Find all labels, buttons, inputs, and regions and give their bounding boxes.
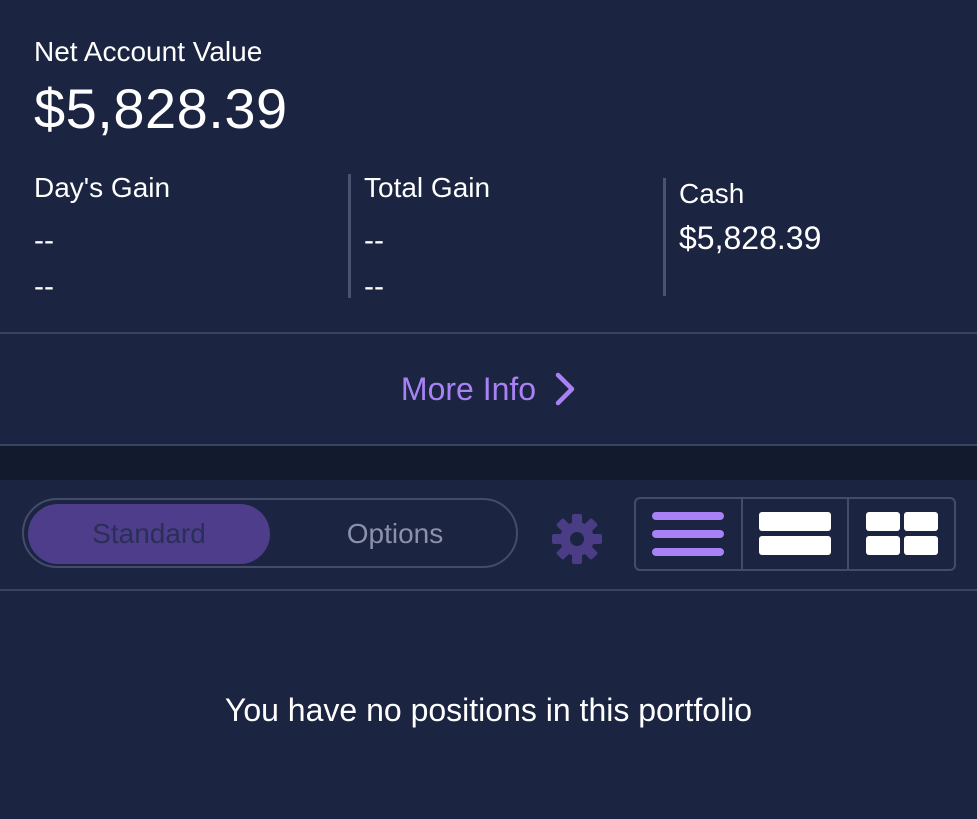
chevron-right-icon bbox=[555, 372, 575, 406]
view-mode-selector bbox=[634, 497, 956, 571]
cash-label: Cash bbox=[679, 178, 745, 209]
list-view-button[interactable] bbox=[636, 499, 741, 569]
more-info-link[interactable]: More Info bbox=[0, 334, 977, 444]
list-view-icon bbox=[652, 512, 725, 556]
days-gain-value: -- bbox=[34, 224, 54, 257]
row-view-button[interactable] bbox=[740, 499, 848, 569]
total-gain-label: Total Gain bbox=[364, 172, 491, 203]
tab-standard[interactable]: Standard bbox=[28, 504, 270, 564]
row-view-icon bbox=[759, 512, 831, 555]
divider bbox=[0, 589, 977, 591]
grid-view-button[interactable] bbox=[847, 499, 954, 569]
cash-value: $5,828.39 bbox=[679, 220, 822, 256]
total-gain-percent: -- bbox=[364, 270, 384, 303]
more-info-label: More Info bbox=[400, 370, 537, 407]
days-gain-stat: Day's Gain -- -- bbox=[34, 172, 170, 304]
stat-divider bbox=[663, 178, 666, 296]
total-gain-value: -- bbox=[364, 224, 384, 257]
net-account-value: $5,828.39 bbox=[34, 77, 288, 140]
days-gain-percent: -- bbox=[34, 270, 54, 303]
total-gain-stat: Total Gain -- -- bbox=[364, 172, 490, 304]
gear-icon[interactable] bbox=[548, 510, 606, 568]
days-gain-label: Day's Gain bbox=[34, 172, 171, 203]
positions-toolbar: Standard Options bbox=[0, 480, 977, 590]
position-type-toggle: Standard Options bbox=[22, 498, 518, 568]
account-summary: Net Account Value $5,828.39 Day's Gain -… bbox=[0, 0, 977, 333]
grid-view-icon bbox=[865, 512, 938, 555]
net-account-value-label: Net Account Value bbox=[34, 36, 263, 67]
stat-divider bbox=[348, 174, 351, 298]
cash-stat: Cash $5,828.39 bbox=[679, 178, 821, 257]
empty-positions-message: You have no positions in this portfolio bbox=[224, 692, 753, 728]
tab-options[interactable]: Options bbox=[274, 504, 516, 564]
section-gap bbox=[0, 446, 977, 480]
